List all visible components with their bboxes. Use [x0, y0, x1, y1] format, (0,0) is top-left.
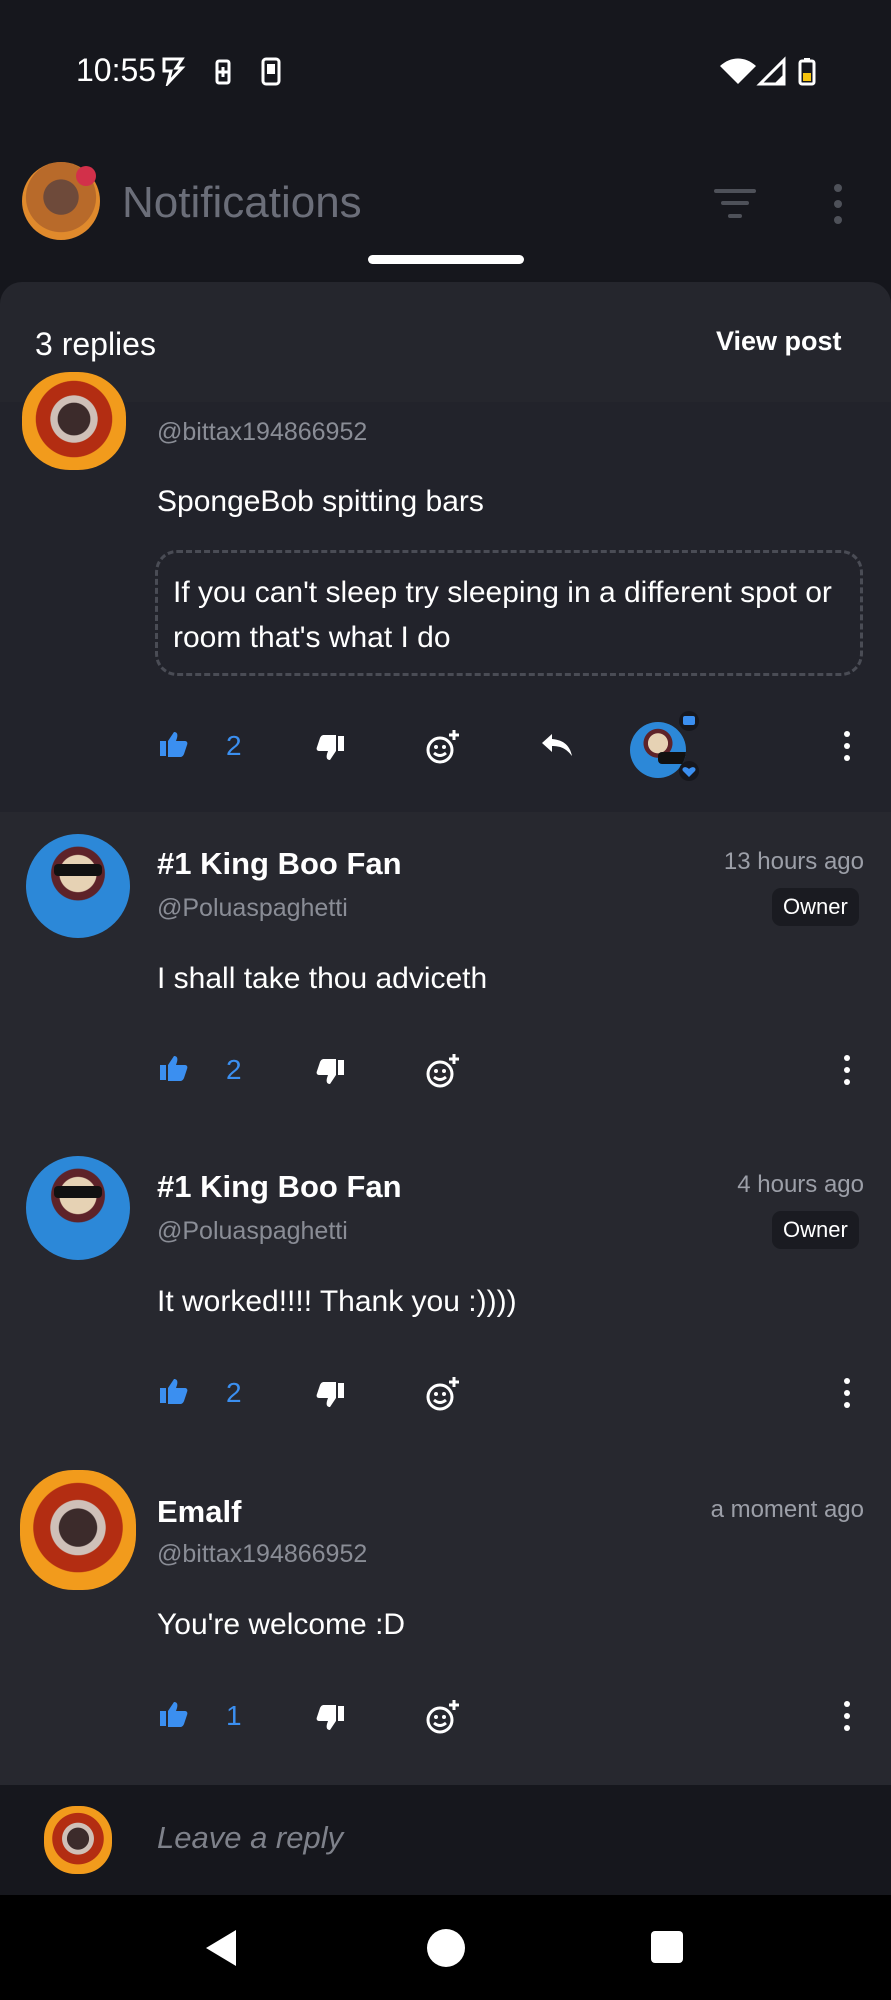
my-avatar	[44, 1806, 112, 1874]
comment-bubble-icon	[679, 711, 699, 731]
like-icon[interactable]	[158, 1700, 188, 1728]
comment-menu-icon[interactable]	[842, 1377, 852, 1409]
filter-icon[interactable]	[714, 188, 756, 220]
like-icon[interactable]	[158, 1054, 188, 1082]
battery-saver-icon	[215, 59, 231, 85]
wifi-icon	[720, 58, 756, 84]
comment-menu-icon[interactable]	[842, 1054, 852, 1086]
commenter-handle: @bittax194866952	[157, 418, 368, 446]
recents-icon[interactable]	[650, 1930, 684, 1964]
commenter-avatar[interactable]	[22, 372, 126, 470]
like-count: 2	[226, 1054, 242, 1085]
profile-avatar[interactable]	[22, 162, 100, 240]
commenter-name: #1 King Boo Fan	[157, 1169, 402, 1204]
reply-bar	[0, 1785, 891, 1895]
add-reaction-icon[interactable]	[424, 1052, 462, 1090]
like-count: 2	[226, 1377, 242, 1408]
commenter-avatar[interactable]	[26, 834, 130, 938]
comment-text: You're welcome :D	[157, 1608, 406, 1641]
signal-icon	[756, 56, 786, 86]
dislike-icon[interactable]	[316, 1704, 346, 1732]
dislike-icon[interactable]	[316, 1058, 346, 1086]
comment-timestamp: 4 hours ago	[737, 1171, 864, 1198]
comment-menu-icon[interactable]	[842, 1700, 852, 1732]
add-reaction-icon[interactable]	[424, 1375, 462, 1413]
owner-badge: Owner	[772, 1211, 859, 1249]
commenter-handle: @bittax194866952	[157, 1540, 368, 1568]
sheet-drag-handle[interactable]	[368, 255, 524, 264]
comment-timestamp: 13 hours ago	[723, 848, 864, 875]
commenter-avatar[interactable]	[20, 1470, 136, 1590]
replies-count-title: 3 replies	[35, 326, 156, 362]
reply-input[interactable]: Leave a reply	[157, 1820, 343, 1856]
status-time: 10:55	[76, 52, 157, 88]
flash-icon	[162, 57, 186, 86]
add-reaction-icon[interactable]	[424, 728, 462, 766]
more-options-icon[interactable]	[826, 180, 850, 228]
like-count: 1	[226, 1700, 242, 1731]
phone-icon	[261, 57, 281, 86]
dislike-icon[interactable]	[316, 734, 346, 762]
owner-badge: Owner	[772, 888, 859, 926]
commenter-handle: @Poluaspaghetti	[157, 894, 348, 922]
commenter-avatar[interactable]	[26, 1156, 130, 1260]
heart-icon	[679, 761, 699, 781]
like-count: 2	[226, 730, 242, 761]
commenter-name: #1 King Boo Fan	[157, 846, 402, 881]
comment-text: It worked!!!! Thank you :))))	[157, 1285, 517, 1318]
quoted-comment-text: If you can't sleep try sleeping in a dif…	[173, 576, 832, 654]
comment-text: I shall take thou adviceth	[157, 962, 488, 995]
commenter-handle: @Poluaspaghetti	[157, 1217, 348, 1245]
like-icon[interactable]	[158, 1377, 188, 1405]
page-title: Notifications	[122, 178, 362, 227]
home-icon[interactable]	[426, 1928, 466, 1968]
battery-icon	[798, 58, 816, 86]
reply-icon[interactable]	[540, 732, 574, 758]
comment-text: SpongeBob spitting bars	[157, 485, 484, 518]
notification-dot	[76, 166, 96, 186]
dislike-icon[interactable]	[316, 1381, 346, 1409]
comment-menu-icon[interactable]	[842, 730, 852, 762]
commenter-name: Emalf	[157, 1494, 242, 1529]
view-post-button[interactable]: View post	[716, 326, 842, 357]
comment-timestamp: a moment ago	[710, 1496, 864, 1523]
add-reaction-icon[interactable]	[424, 1698, 462, 1736]
like-icon[interactable]	[158, 730, 188, 758]
back-icon[interactable]	[204, 1928, 238, 1968]
